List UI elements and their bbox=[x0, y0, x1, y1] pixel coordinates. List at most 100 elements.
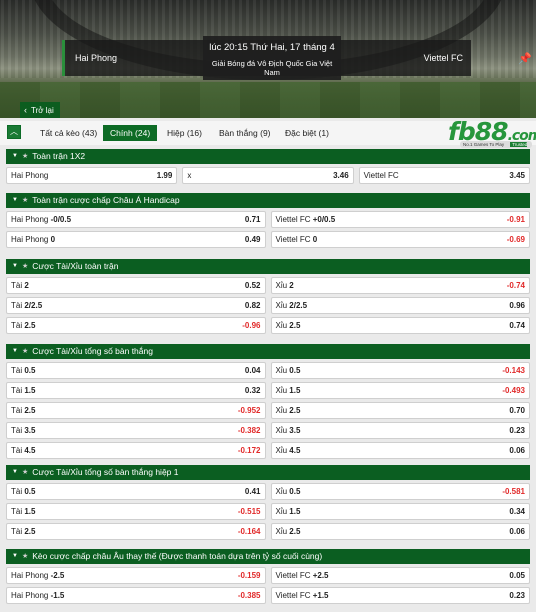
odds-button[interactable]: Viettel FC 3.45 bbox=[358, 167, 530, 184]
collapse-all-button[interactable]: ︿ bbox=[7, 125, 21, 139]
odds-button[interactable]: Tài 2/2.5 0.82 bbox=[6, 297, 266, 314]
odds-button[interactable]: Tài 2.5 -0.96 bbox=[6, 317, 266, 334]
market-section-header[interactable]: ▼ ★ Toàn trận 1X2 bbox=[6, 149, 530, 164]
odds-button[interactable]: Viettel FC +1.5 0.23 bbox=[270, 587, 530, 604]
odds-button[interactable]: Tài 4.5 -0.172 bbox=[6, 442, 266, 459]
selection-name: Xỉu 4.5 bbox=[275, 446, 301, 455]
odds-button[interactable]: Tài 2.5 -0.952 bbox=[6, 402, 266, 419]
odds-value: 3.46 bbox=[333, 171, 349, 180]
favorite-star-icon[interactable]: ★ bbox=[22, 193, 28, 208]
selection-name: x bbox=[187, 171, 192, 180]
tab-special[interactable]: Đặc biệt (1) bbox=[278, 125, 336, 141]
favorite-star-icon[interactable]: ★ bbox=[22, 259, 28, 274]
selection-name: Xỉu 2.5 bbox=[275, 406, 301, 415]
tab-goals[interactable]: Bàn thắng (9) bbox=[212, 125, 278, 141]
odds-button[interactable]: Xỉu 4.5 0.06 bbox=[270, 442, 530, 459]
selection-name: Viettel FC +1.5 bbox=[275, 591, 329, 600]
odds-row: Tài 0.5 0.04 Xỉu 0.5 -0.143 bbox=[6, 362, 530, 379]
market-section-title: Cược Tài/Xỉu tổng số bàn thắng bbox=[32, 346, 153, 356]
odds-row: Hai Phong -1.5 -0.385 Viettel FC +1.5 0.23 bbox=[6, 587, 530, 604]
logo-tagline: No.1 Games To PlayTrusted Place To Bet bbox=[460, 141, 532, 154]
odds-button[interactable]: Viettel FC +2.5 0.05 bbox=[270, 567, 530, 584]
odds-button[interactable]: Tài 2 0.52 bbox=[6, 277, 266, 294]
handicap-value: 0.5 bbox=[289, 366, 301, 375]
odds-value: -0.581 bbox=[502, 487, 525, 496]
market-section-header[interactable]: ▼ ★ Kèo cược chấp châu Âu thay thế (Được t… bbox=[6, 549, 530, 564]
odds-button[interactable]: Tài 0.5 0.41 bbox=[6, 483, 266, 500]
odds-value: 0.74 bbox=[509, 321, 525, 330]
handicap-value: +1.5 bbox=[312, 591, 329, 600]
odds-value: 0.23 bbox=[509, 426, 525, 435]
odds-value: 0.23 bbox=[509, 591, 525, 600]
odds-value: -0.96 bbox=[242, 321, 261, 330]
odds-value: 0.41 bbox=[244, 487, 261, 496]
market-section: ▼ ★ Kèo cược chấp châu Âu thay thế (Được t… bbox=[6, 549, 530, 604]
caret-down-icon: ▼ bbox=[12, 153, 18, 159]
odds-button[interactable]: Xỉu 1.5 -0.493 bbox=[270, 382, 530, 399]
odds-value: -0.172 bbox=[237, 446, 261, 455]
odds-button[interactable]: Xỉu 2 -0.74 bbox=[270, 277, 530, 294]
favorite-star-icon[interactable]: ★ bbox=[22, 344, 28, 359]
odds-value: 0.70 bbox=[509, 406, 525, 415]
match-info-bar: Hai Phong lúc 20:15 Thứ Hai, 17 tháng 4 … bbox=[62, 36, 471, 80]
odds-row: Tài 1.5 0.32 Xỉu 1.5 -0.493 bbox=[6, 382, 530, 399]
odds-value: 1.99 bbox=[156, 171, 173, 180]
odds-button[interactable]: Xỉu 0.5 -0.581 bbox=[270, 483, 530, 500]
market-section-header[interactable]: ▼ ★ Cược Tài/Xỉu tổng số bàn thắng hiệp 1 bbox=[6, 465, 530, 480]
handicap-value: +0/0.5 bbox=[312, 215, 336, 224]
home-team-name: Hai Phong bbox=[75, 53, 118, 63]
odds-button[interactable]: Hai Phong -2.5 -0.159 bbox=[6, 567, 266, 584]
favorite-star-icon[interactable]: ★ bbox=[22, 549, 28, 564]
odds-button[interactable]: Hai Phong 0 0.49 bbox=[6, 231, 266, 248]
odds-button[interactable]: Hai Phong -1.5 -0.385 bbox=[6, 587, 266, 604]
odds-button[interactable]: Tài 2.5 -0.164 bbox=[6, 523, 266, 540]
odds-button[interactable]: x 3.46 bbox=[182, 167, 354, 184]
odds-button[interactable]: Viettel FC +0/0.5 -0.91 bbox=[270, 211, 530, 228]
odds-button[interactable]: Xỉu 3.5 0.23 bbox=[270, 422, 530, 439]
odds-row: Tài 2.5 -0.952 Xỉu 2.5 0.70 bbox=[6, 402, 530, 419]
odds-button[interactable]: Tài 0.5 0.04 bbox=[6, 362, 266, 379]
favorite-star-icon[interactable]: ★ bbox=[22, 465, 28, 480]
selection-name: Xỉu 2.5 bbox=[275, 321, 301, 330]
odds-button[interactable]: Hai Phong 1.99 bbox=[6, 167, 178, 184]
caret-down-icon: ▼ bbox=[12, 197, 18, 203]
odds-button[interactable]: Xỉu 2/2.5 0.96 bbox=[270, 297, 530, 314]
odds-button[interactable]: Hai Phong -0/0.5 0.71 bbox=[6, 211, 266, 228]
back-button[interactable]: ‹ Trở lại bbox=[20, 102, 60, 118]
match-kickoff-time: lúc 20:15 Thứ Hai, 17 tháng 4 bbox=[209, 42, 335, 53]
pin-icon[interactable]: 📌 bbox=[518, 53, 532, 65]
odds-value: 0.49 bbox=[244, 235, 261, 244]
odds-row: Hai Phong -2.5 -0.159 Viettel FC +2.5 0.05 bbox=[6, 567, 530, 584]
selection-name: Tài 1.5 bbox=[11, 386, 36, 395]
odds-value: -0.493 bbox=[502, 386, 525, 395]
odds-button[interactable]: Viettel FC 0 -0.69 bbox=[270, 231, 530, 248]
selection-name: Xỉu 1.5 bbox=[275, 507, 301, 516]
market-section-header[interactable]: ▼ ★ Cược Tài/Xỉu toàn trận bbox=[6, 259, 530, 274]
odds-button[interactable]: Xỉu 2.5 0.74 bbox=[270, 317, 530, 334]
tab-half[interactable]: Hiệp (16) bbox=[160, 125, 209, 141]
odds-button[interactable]: Xỉu 0.5 -0.143 bbox=[270, 362, 530, 379]
market-section-title: Cược Tài/Xỉu tổng số bàn thắng hiệp 1 bbox=[32, 467, 179, 477]
handicap-value: 2.5 bbox=[289, 527, 301, 536]
odds-value: -0.952 bbox=[237, 406, 261, 415]
market-section: ▼ ★ Cược Tài/Xỉu tổng số bàn thắng Tài 0.5 0… bbox=[6, 344, 530, 459]
market-section-header[interactable]: ▼ ★ Toàn trận cược chấp Châu Á Handicap bbox=[6, 193, 530, 208]
odds-button[interactable]: Xỉu 2.5 0.06 bbox=[270, 523, 530, 540]
odds-button[interactable]: Xỉu 2.5 0.70 bbox=[270, 402, 530, 419]
odds-button[interactable]: Xỉu 1.5 0.34 bbox=[270, 503, 530, 520]
odds-value: 0.96 bbox=[509, 301, 525, 310]
market-section-header[interactable]: ▼ ★ Cược Tài/Xỉu tổng số bàn thắng bbox=[6, 344, 530, 359]
odds-button[interactable]: Tài 1.5 0.32 bbox=[6, 382, 266, 399]
odds-row: Tài 2.5 -0.96 Xỉu 2.5 0.74 bbox=[6, 317, 530, 334]
odds-value: 0.34 bbox=[509, 507, 525, 516]
handicap-value: 1.5 bbox=[24, 386, 36, 395]
handicap-value: 2/2.5 bbox=[289, 301, 308, 310]
tab-all-markets[interactable]: Tất cả kèo (43) bbox=[33, 125, 104, 141]
favorite-star-icon[interactable]: ★ bbox=[22, 149, 28, 164]
odds-value: 0.06 bbox=[509, 446, 525, 455]
odds-button[interactable]: Tài 1.5 -0.515 bbox=[6, 503, 266, 520]
selection-name: Viettel FC +2.5 bbox=[275, 571, 329, 580]
odds-button[interactable]: Tài 3.5 -0.382 bbox=[6, 422, 266, 439]
tab-main[interactable]: Chính (24) bbox=[103, 125, 158, 141]
back-button-label: Trở lại bbox=[31, 105, 54, 115]
